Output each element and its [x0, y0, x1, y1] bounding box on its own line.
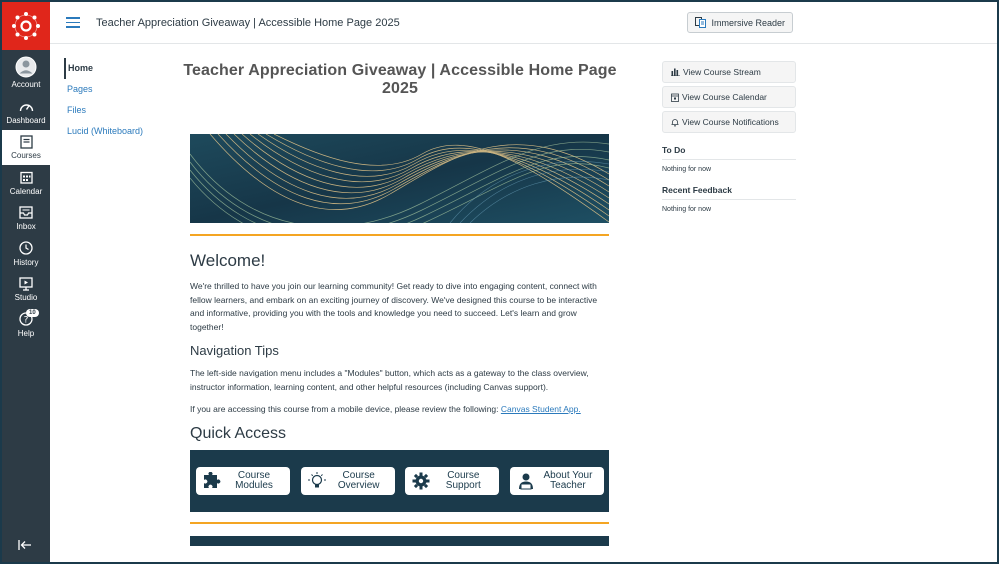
global-nav-history[interactable]: History: [2, 236, 50, 272]
hamburger-menu-icon[interactable]: [66, 14, 80, 31]
svg-text:?: ?: [24, 316, 29, 326]
quick-access-label: Course Overview: [328, 471, 390, 491]
navigation-tips-text: The left-side navigation menu includes a…: [190, 367, 610, 394]
global-nav-label: Inbox: [16, 222, 36, 231]
global-nav-studio[interactable]: Studio: [2, 272, 50, 308]
divider: [190, 234, 609, 236]
global-nav-label: Dashboard: [6, 116, 45, 125]
immersive-reader-icon: [695, 17, 706, 28]
global-nav: Account Dashboard Courses Calendar Inbox…: [2, 2, 50, 562]
global-nav-label: Calendar: [10, 187, 42, 196]
breadcrumb[interactable]: Teacher Appreciation Giveaway | Accessib…: [96, 17, 400, 29]
todo-heading: To Do: [662, 145, 796, 160]
lightbulb-icon: [306, 471, 328, 491]
course-nav-lucid[interactable]: Lucid (Whiteboard): [64, 121, 164, 142]
right-sidebar: View Course Stream View Course Calendar …: [662, 61, 796, 213]
view-course-notifications-label: View Course Notifications: [682, 117, 779, 127]
welcome-heading: Welcome!: [190, 251, 610, 271]
divider: [190, 522, 609, 524]
quick-access-heading: Quick Access: [190, 425, 610, 443]
todo-empty-text: Nothing for now: [662, 166, 796, 173]
recent-feedback-heading: Recent Feedback: [662, 185, 796, 200]
mobile-text: If you are accessing this course from a …: [190, 404, 501, 414]
view-course-stream-label: View Course Stream: [683, 67, 761, 77]
global-nav-dashboard[interactable]: Dashboard: [2, 94, 50, 130]
navigation-tips-heading: Navigation Tips: [190, 343, 610, 358]
immersive-reader-label: Immersive Reader: [711, 18, 785, 28]
bell-icon: [671, 118, 679, 127]
footer-bar: [190, 536, 609, 546]
global-nav-calendar[interactable]: Calendar: [2, 165, 50, 201]
global-nav-inbox[interactable]: Inbox: [2, 201, 50, 237]
quick-access-label: Course Modules: [223, 471, 285, 491]
quick-access-label: About Your Teacher: [537, 471, 599, 491]
view-course-calendar-button[interactable]: View Course Calendar: [662, 86, 796, 108]
recent-feedback-empty-text: Nothing for now: [662, 206, 796, 213]
course-support-button[interactable]: Course Support: [405, 467, 499, 495]
view-course-notifications-button[interactable]: View Course Notifications: [662, 111, 796, 133]
gear-icon: [410, 472, 432, 490]
puzzle-icon: [201, 472, 223, 490]
history-icon: [19, 241, 33, 256]
global-nav-label: Studio: [15, 293, 38, 302]
global-nav-label: Account: [12, 80, 41, 89]
collapse-nav-icon[interactable]: [18, 538, 32, 554]
global-nav-label: Help: [18, 329, 34, 338]
global-nav-courses[interactable]: Courses: [2, 130, 50, 166]
calendar-icon: [20, 170, 33, 185]
global-nav-label: History: [14, 258, 39, 267]
inbox-icon: [19, 205, 33, 220]
canvas-student-app-link[interactable]: Canvas Student App.: [501, 404, 581, 414]
global-nav-help[interactable]: ? 10 Help: [2, 307, 50, 343]
course-nav-pages[interactable]: Pages: [64, 79, 164, 100]
view-course-stream-button[interactable]: View Course Stream: [662, 61, 796, 83]
about-your-teacher-button[interactable]: About Your Teacher: [510, 467, 604, 495]
course-modules-button[interactable]: Course Modules: [196, 467, 290, 495]
bar-chart-icon: [671, 68, 680, 76]
help-badge: 10: [26, 309, 39, 317]
global-nav-label: Courses: [11, 151, 41, 160]
banner-image: [190, 134, 609, 223]
course-nav-files[interactable]: Files: [64, 100, 164, 121]
calendar-icon: [671, 93, 679, 102]
view-course-calendar-label: View Course Calendar: [682, 92, 767, 102]
course-overview-button[interactable]: Course Overview: [301, 467, 395, 495]
main-content: Teacher Appreciation Giveaway | Accessib…: [190, 62, 610, 546]
course-nav-home[interactable]: Home: [64, 58, 164, 79]
course-nav: Home Pages Files Lucid (Whiteboard): [64, 58, 164, 142]
dashboard-icon: [19, 99, 34, 114]
global-nav-account[interactable]: Account: [2, 50, 50, 94]
welcome-text: We're thrilled to have you join our lear…: [190, 280, 610, 334]
immersive-reader-button[interactable]: Immersive Reader: [687, 12, 793, 33]
quick-access-panel: Course Modules Course Overview Course Su…: [190, 450, 609, 512]
canvas-logo-icon: [9, 9, 43, 43]
account-icon: [15, 56, 37, 78]
teacher-icon: [515, 472, 537, 490]
page-title: Teacher Appreciation Giveaway | Accessib…: [178, 62, 622, 98]
page-header: Teacher Appreciation Giveaway | Accessib…: [50, 2, 997, 44]
mobile-text-paragraph: If you are accessing this course from a …: [190, 403, 610, 417]
courses-icon: [20, 134, 33, 149]
canvas-logo[interactable]: [2, 2, 50, 50]
studio-icon: [19, 276, 33, 291]
quick-access-label: Course Support: [432, 471, 494, 491]
